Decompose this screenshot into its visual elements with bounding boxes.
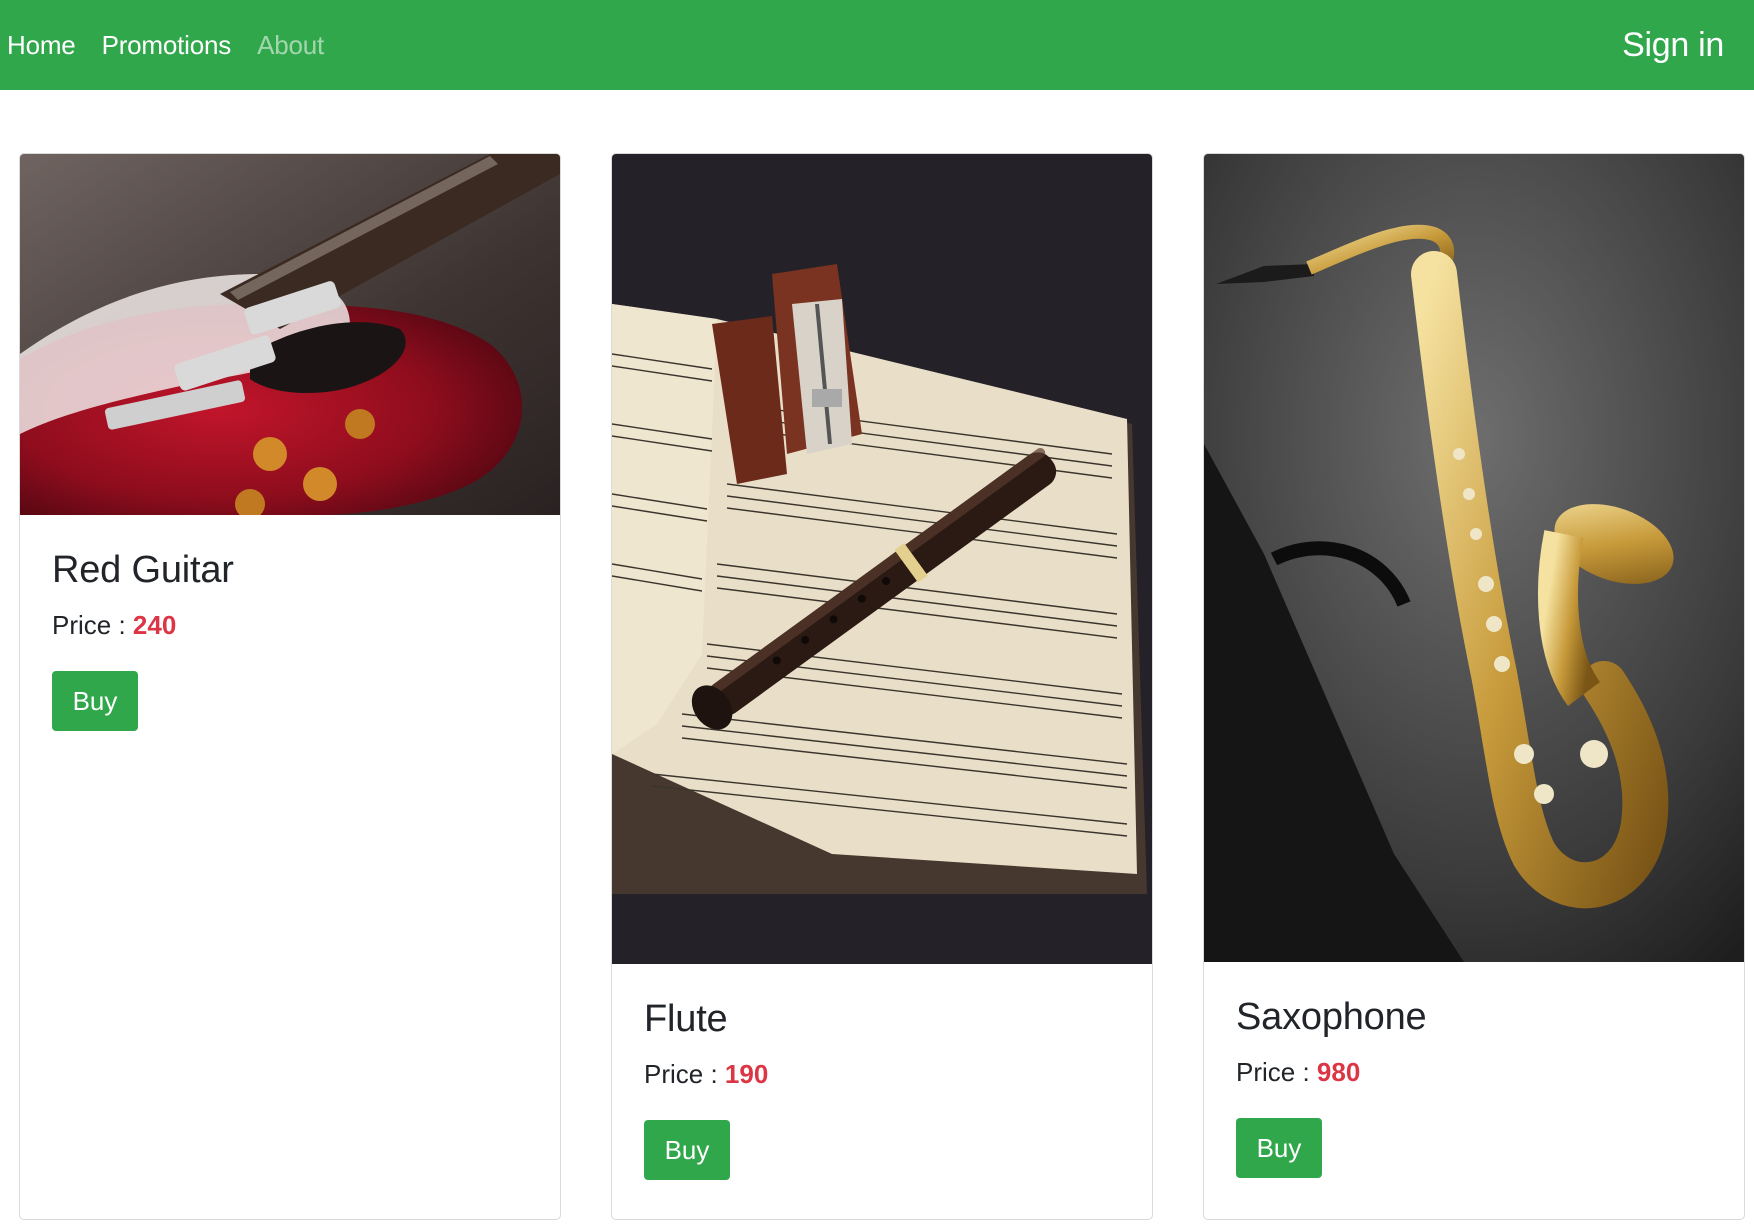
nav-link-home[interactable]: Home [7, 30, 76, 61]
price-label: Price : [1236, 1057, 1317, 1087]
nav-link-about[interactable]: About [257, 30, 324, 61]
card-body: Flute Price : 190 Buy [644, 996, 1120, 1180]
nav-link-promotions[interactable]: Promotions [102, 30, 232, 61]
price-value: 980 [1316, 1057, 1361, 1087]
product-card-flute: Flute Price : 190 Buy [611, 153, 1153, 1220]
price-label: Price : [644, 1059, 725, 1089]
price-line: Price : 190 [644, 1058, 1120, 1090]
nav-links: Home Promotions About [7, 0, 350, 90]
card-body: Saxophone Price : 980 Buy [1236, 994, 1712, 1178]
buy-button[interactable]: Buy [1236, 1118, 1322, 1178]
product-card-saxophone: Saxophone Price : 980 Buy [1203, 153, 1745, 1220]
price-value: 190 [724, 1059, 769, 1089]
product-name: Saxophone [1236, 996, 1427, 1038]
sign-in-link[interactable]: Sign in [1622, 0, 1724, 90]
product-card-red-guitar: Red Guitar Price : 240 Buy [19, 153, 561, 1220]
product-name: Red Guitar [52, 549, 234, 591]
price-value: 240 [132, 610, 177, 640]
red-guitar-image [20, 154, 560, 515]
top-navbar: Home Promotions About Sign in [0, 0, 1754, 90]
card-body: Red Guitar Price : 240 Buy [52, 547, 528, 731]
saxophone-image [1204, 154, 1744, 962]
price-label: Price : [52, 610, 133, 640]
buy-button[interactable]: Buy [644, 1120, 730, 1180]
price-line: Price : 980 [1236, 1056, 1712, 1088]
price-line: Price : 240 [52, 609, 528, 641]
buy-button[interactable]: Buy [52, 671, 138, 731]
flute-image [612, 154, 1152, 964]
product-name: Flute [644, 998, 728, 1040]
